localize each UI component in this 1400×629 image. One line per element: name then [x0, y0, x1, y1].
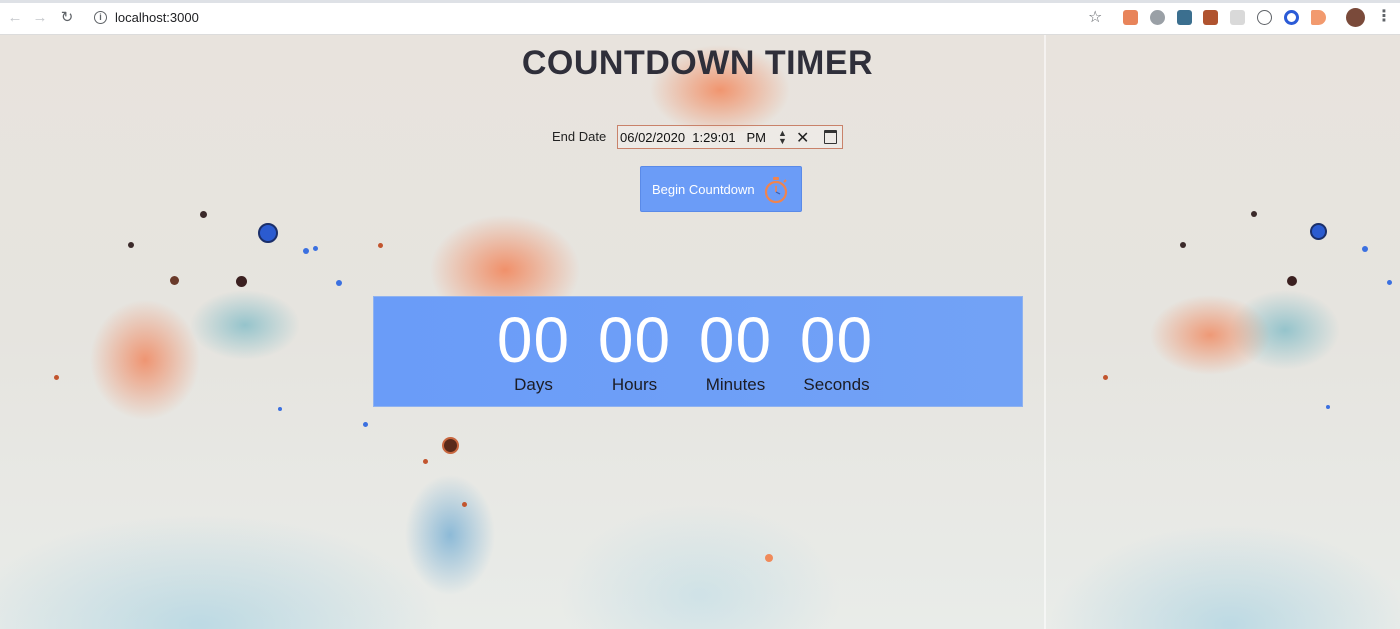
minutes-unit: 00 Minutes — [685, 297, 786, 395]
url-text[interactable]: localhost:3000 — [115, 10, 199, 25]
extension-icon[interactable] — [1284, 10, 1299, 25]
tab-strip-edge — [0, 0, 1400, 3]
avatar[interactable] — [1346, 8, 1365, 27]
end-date-value[interactable]: 06/02/2020 1:29:01 PM — [620, 130, 766, 145]
spinner-icon[interactable]: ▲ ▼ — [778, 129, 787, 146]
info-icon[interactable]: i — [94, 11, 107, 24]
hours-unit: 00 Hours — [584, 297, 685, 395]
seconds-unit: 00 Seconds — [786, 297, 887, 395]
paint-speckle — [336, 280, 342, 286]
seconds-label: Seconds — [803, 375, 870, 394]
extension-icon[interactable] — [1230, 10, 1245, 25]
paint-speckle — [1310, 223, 1327, 240]
calendar-icon[interactable] — [824, 130, 837, 144]
paint-speckle — [765, 554, 773, 562]
end-date-label: End Date — [552, 129, 607, 144]
seconds-value: 00 — [799, 304, 874, 376]
extension-icon[interactable] — [1203, 10, 1218, 25]
background-seam — [1044, 35, 1046, 629]
paint-speckle — [1103, 375, 1108, 380]
hours-label: Hours — [611, 375, 658, 394]
end-date-input[interactable]: 06/02/2020 1:29:01 PM ▲ ▼ ✕ — [617, 125, 843, 149]
paint-speckle — [128, 242, 134, 248]
paint-speckle — [236, 276, 247, 287]
paint-speckle — [170, 276, 179, 285]
countdown-display: 00 Days 00 Hours 00 Minutes 00 Seconds — [373, 296, 1023, 407]
extension-icon[interactable] — [1177, 10, 1192, 25]
paint-speckle — [442, 437, 459, 454]
paint-speckle — [278, 407, 282, 411]
days-unit: 00 Days — [483, 297, 584, 395]
reload-icon[interactable]: ↻ — [58, 9, 76, 27]
address-bar[interactable]: i localhost:3000 ☆ — [84, 6, 1114, 30]
begin-countdown-label: Begin Countdown — [652, 182, 755, 197]
clear-icon[interactable]: ✕ — [796, 128, 809, 148]
browser-toolbar: ← → ↻ i localhost:3000 ☆ ⋮ — [0, 0, 1400, 35]
paint-speckle — [462, 502, 467, 507]
extension-icon[interactable] — [1150, 10, 1165, 25]
menu-icon[interactable]: ⋮ — [1376, 8, 1392, 26]
paint-speckle — [1387, 280, 1392, 285]
paint-speckle — [1180, 242, 1186, 248]
paint-speckle — [423, 459, 428, 464]
days-value: 00 — [496, 304, 571, 376]
paint-speckle — [303, 248, 309, 254]
paint-speckle — [258, 223, 278, 243]
paint-speckle — [1326, 405, 1330, 409]
days-label: Days — [514, 375, 553, 394]
extension-icon[interactable] — [1257, 10, 1272, 25]
minutes-value: 00 — [698, 304, 773, 376]
paint-speckle — [1251, 211, 1257, 217]
paint-speckle — [363, 422, 368, 427]
paint-speckle — [200, 211, 207, 218]
minutes-label: Minutes — [705, 375, 766, 394]
extension-icon[interactable] — [1123, 10, 1138, 25]
begin-countdown-button[interactable]: Begin Countdown — [640, 166, 802, 212]
paint-speckle — [1287, 276, 1297, 286]
paint-speckle — [313, 246, 318, 251]
extension-icon[interactable] — [1311, 10, 1326, 25]
page-background: COUNTDOWN TIMER End Date 06/02/2020 1:29… — [0, 35, 1400, 629]
page-title: COUNTDOWN TIMER — [521, 44, 874, 82]
back-icon[interactable]: ← — [6, 9, 24, 27]
paint-speckle — [1362, 246, 1368, 252]
star-icon[interactable]: ☆ — [1088, 7, 1102, 27]
forward-icon[interactable]: → — [31, 9, 49, 27]
paint-speckle — [378, 243, 383, 248]
hours-value: 00 — [597, 304, 672, 376]
stopwatch-icon — [764, 177, 788, 204]
paint-speckle — [54, 375, 59, 380]
